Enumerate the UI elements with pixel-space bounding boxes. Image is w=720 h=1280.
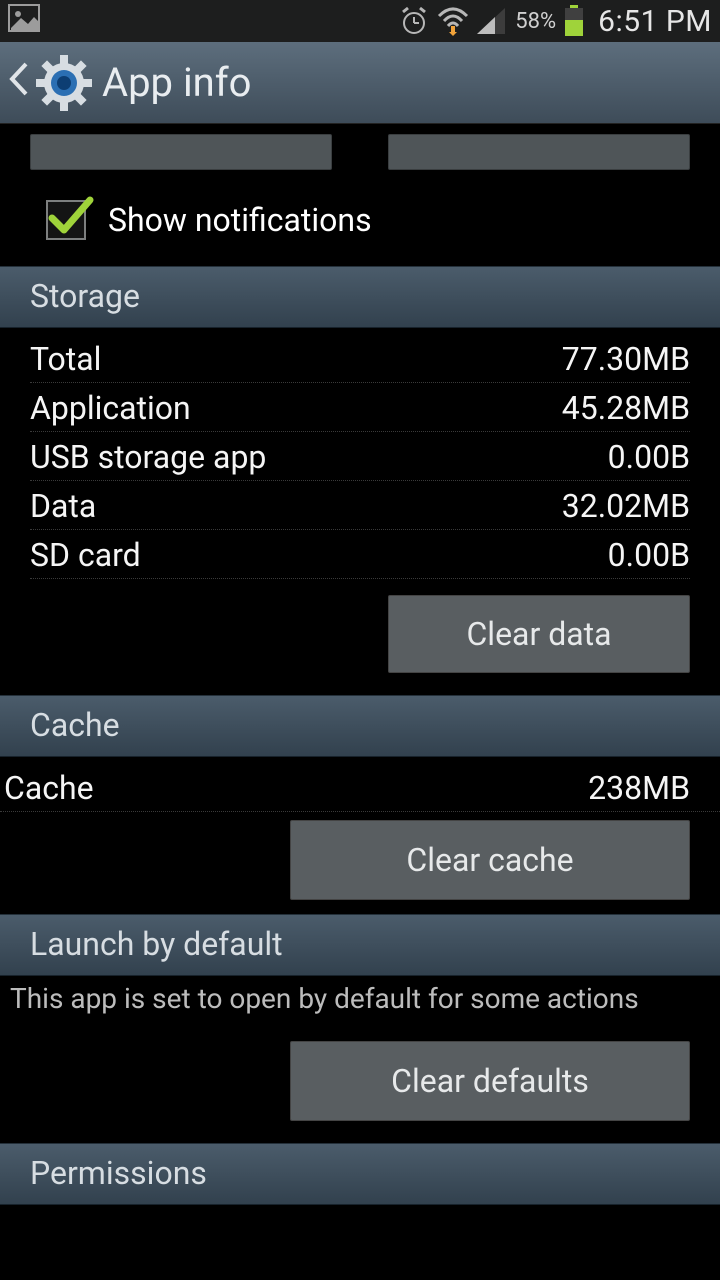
- show-notifications-row[interactable]: Show notifications: [0, 184, 720, 266]
- back-button[interactable]: [6, 59, 36, 106]
- section-header-cache: Cache: [0, 695, 720, 757]
- uninstall-button[interactable]: [388, 134, 690, 170]
- cache-row: Cache 238MB: [0, 763, 720, 812]
- storage-row-sdcard: SD card 0.00B: [30, 530, 690, 579]
- clear-cache-button[interactable]: Clear cache: [290, 820, 690, 900]
- section-header-permissions: Permissions: [0, 1143, 720, 1205]
- clear-defaults-button[interactable]: Clear defaults: [290, 1041, 690, 1121]
- battery-icon: [564, 5, 584, 37]
- page-title: App info: [102, 59, 251, 106]
- battery-percent: 58%: [515, 9, 556, 34]
- section-header-launch: Launch by default: [0, 914, 720, 976]
- alarm-icon: [399, 6, 429, 36]
- show-notifications-checkbox[interactable]: [46, 200, 86, 240]
- force-stop-button[interactable]: [30, 134, 332, 170]
- storage-row-usb: USB storage app 0.00B: [30, 432, 690, 481]
- section-header-storage: Storage: [0, 266, 720, 328]
- storage-row-application: Application 45.28MB: [30, 383, 690, 432]
- settings-gear-icon: [36, 55, 92, 111]
- app-header: App info: [0, 42, 720, 124]
- storage-row-total: Total 77.30MB: [30, 334, 690, 383]
- clock: 6:51 PM: [598, 4, 712, 39]
- show-notifications-label: Show notifications: [108, 201, 372, 239]
- top-button-row: [0, 134, 720, 184]
- wifi-download-icon: [437, 6, 469, 36]
- status-bar: 58% 6:51 PM: [0, 0, 720, 42]
- signal-icon: [477, 8, 505, 34]
- storage-row-data: Data 32.02MB: [30, 481, 690, 530]
- clear-data-button[interactable]: Clear data: [388, 595, 690, 673]
- gallery-icon: [8, 4, 40, 39]
- launch-default-desc: This app is set to open by default for s…: [0, 976, 720, 1025]
